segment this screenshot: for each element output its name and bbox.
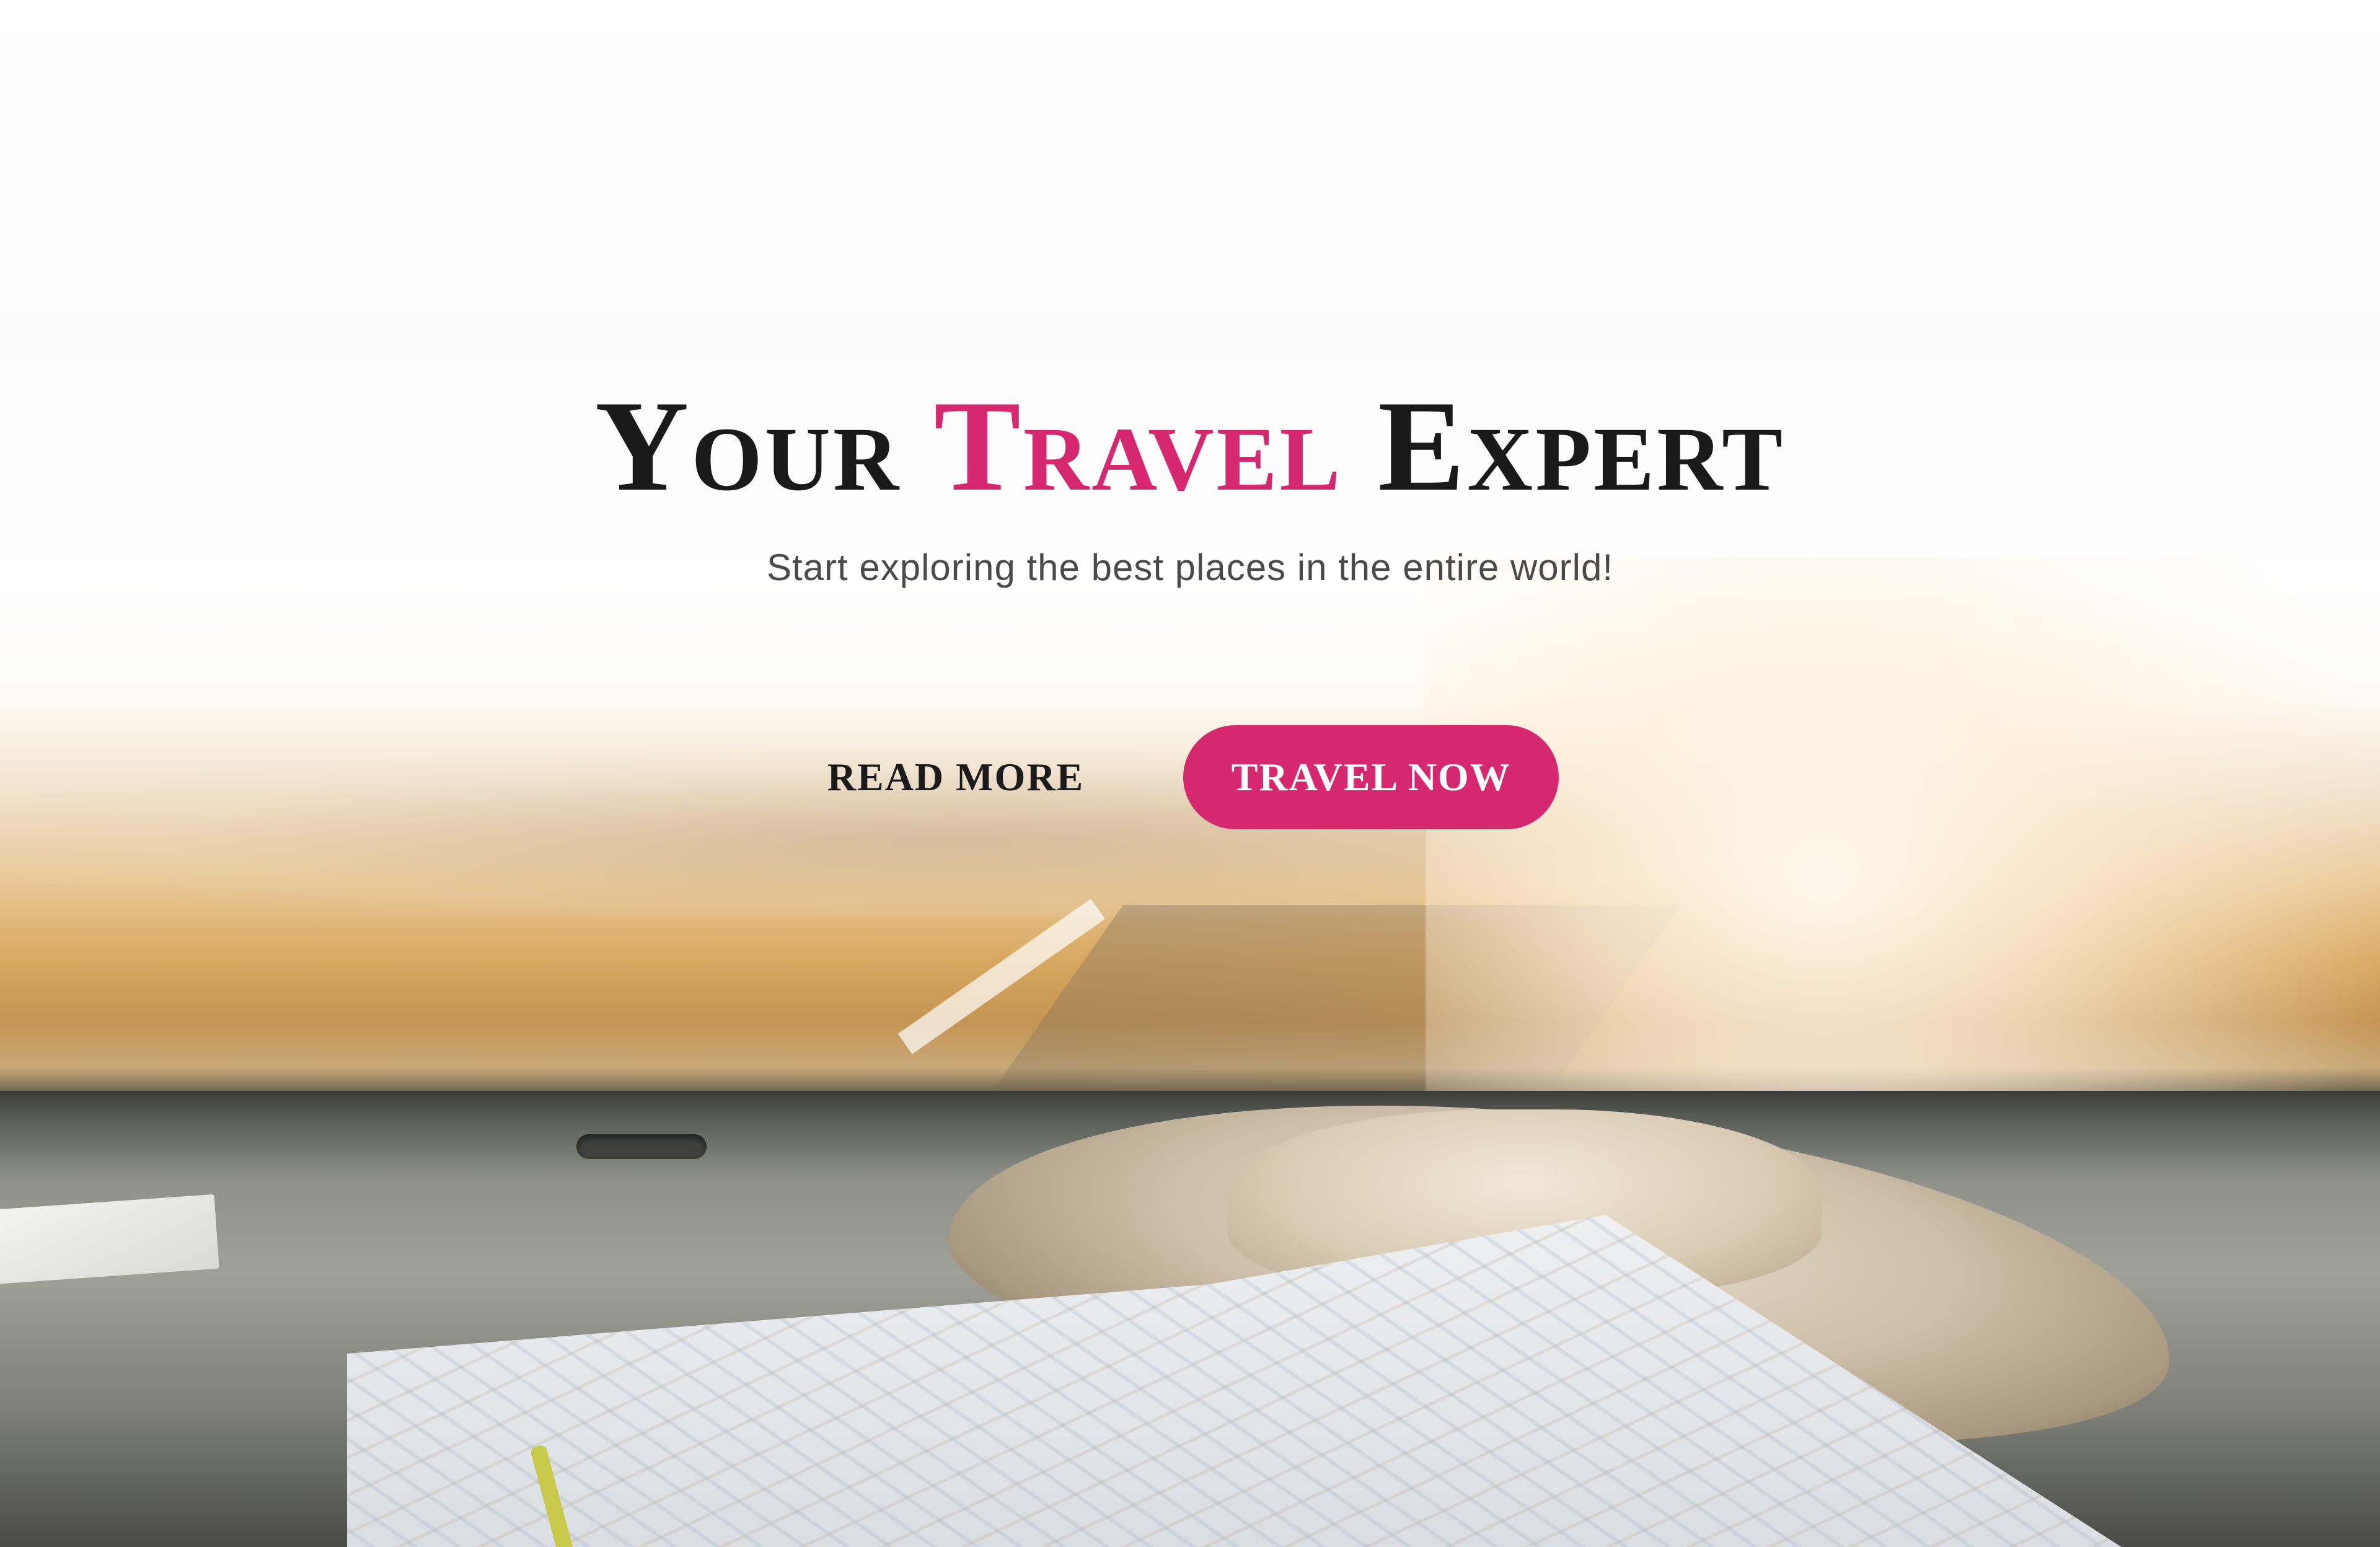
hero-title-word-3: Expert <box>1378 374 1786 518</box>
hero-title-word-1: Your <box>594 374 902 518</box>
hero-subtitle: Start exploring the best places in the e… <box>766 547 1614 588</box>
hero-buttons: READ MORE TRAVEL NOW <box>0 725 2380 829</box>
travel-now-button[interactable]: TRAVEL NOW <box>1183 725 1559 829</box>
dashboard-vent <box>576 1134 707 1159</box>
hero-title: Your Travel Expert <box>0 372 2380 521</box>
read-more-button[interactable]: READ MORE <box>821 754 1090 800</box>
hero-title-accent-word: Travel <box>933 374 1343 518</box>
hero-section: Your Travel Expert Start exploring the b… <box>0 0 2380 1547</box>
